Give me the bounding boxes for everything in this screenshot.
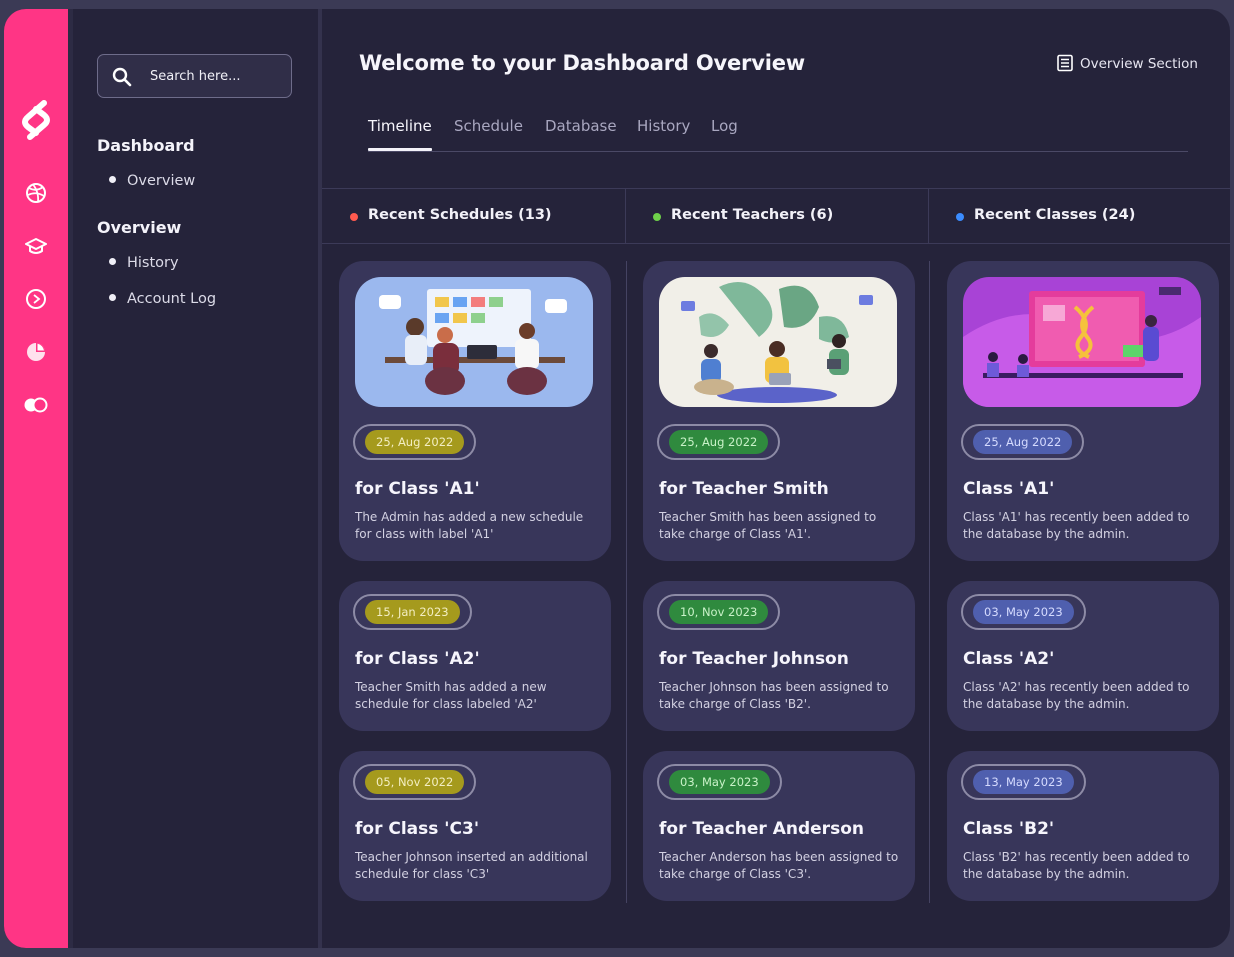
overview-section-label: Overview Section (1079, 56, 1198, 72)
sidebar: Search here... Dashboard Overview Overvi… (73, 9, 318, 948)
card-description: Teacher Smith has been assigned to take … (659, 510, 877, 541)
green-dot-icon (653, 213, 661, 221)
schedule-card[interactable]: 25, Aug 2022 for Class 'A1' The Admin ha… (339, 261, 611, 561)
sidebar-item-account-log[interactable]: Account Log (109, 291, 216, 307)
bullet-icon (109, 294, 116, 301)
blue-dot-icon (956, 213, 964, 221)
document-list-icon (1057, 54, 1073, 72)
tab-schedule[interactable]: Schedule (454, 117, 523, 135)
team-meeting-illustration (355, 277, 593, 407)
date-badge: 03, May 2023 (961, 594, 1086, 630)
main-content: Welcome to your Dashboard Overview Overv… (322, 9, 1230, 948)
column-headers: Recent Schedules (13) Recent Teachers (6… (322, 188, 1230, 244)
column-header-schedules[interactable]: Recent Schedules (13) (322, 189, 625, 243)
schedule-card[interactable]: 05, Nov 2022 for Class 'C3' Teacher John… (339, 751, 611, 901)
card-description: Teacher Anderson has been assigned to ta… (659, 850, 899, 881)
bullet-icon (109, 176, 116, 183)
date-badge: 25, Aug 2022 (961, 424, 1085, 460)
sidebar-item-label: Account Log (127, 291, 217, 307)
tab-history[interactable]: History (637, 117, 690, 135)
teacher-card[interactable]: 10, Nov 2023 for Teacher Johnson Teacher… (643, 581, 915, 731)
column-heading-label: Recent Teachers (6) (671, 207, 834, 223)
date-badge: 13, May 2023 (961, 764, 1086, 800)
teacher-card[interactable]: 25, Aug 2022 for Teacher Smith Teacher S… (643, 261, 915, 561)
search-icon (112, 67, 132, 87)
date-badge: 25, Aug 2022 (657, 424, 781, 460)
card-title: for Class 'A2' (355, 649, 480, 669)
date-badge: 05, Nov 2022 (353, 764, 477, 800)
card-title: for Teacher Anderson (659, 819, 864, 839)
class-card[interactable]: 03, May 2023 Class 'A2' Class 'A2' has r… (947, 581, 1219, 731)
card-description: Class 'A1' has recently been added to th… (963, 510, 1190, 541)
column-heading-label: Recent Classes (24) (974, 207, 1136, 223)
search-placeholder: Search here... (150, 69, 241, 84)
card-description: The Admin has added a new schedule for c… (355, 510, 584, 541)
card-title: for Class 'C3' (355, 819, 480, 839)
tab-timeline[interactable]: Timeline (368, 117, 432, 151)
sidebar-item-label: Overview (127, 173, 196, 189)
app-logo-icon[interactable] (16, 97, 56, 143)
card-description: Teacher Smith has added a new schedule f… (355, 680, 547, 711)
search-input[interactable]: Search here... (97, 54, 292, 98)
date-badge: 10, Nov 2023 (657, 594, 781, 630)
card-title: for Class 'A1' (355, 479, 480, 499)
overview-section-button[interactable]: Overview Section (1056, 54, 1198, 72)
sidebar-heading-dashboard: Dashboard (97, 136, 195, 155)
column-divider (626, 261, 627, 903)
compass-icon[interactable] (25, 288, 47, 310)
date-badge: 25, Aug 2022 (353, 424, 477, 460)
column-divider (929, 261, 930, 903)
tab-bar: Timeline Schedule Database History Log (368, 117, 1188, 152)
date-badge: 15, Jan 2023 (353, 594, 472, 630)
toggle-icon[interactable] (23, 394, 49, 416)
card-description: Class 'B2' has recently been added to th… (963, 850, 1190, 881)
card-description: Teacher Johnson has been assigned to tak… (659, 680, 889, 711)
red-dot-icon (350, 213, 358, 221)
dribbble-icon[interactable] (25, 182, 47, 204)
tab-log[interactable]: Log (711, 117, 738, 135)
icon-rail (4, 9, 68, 948)
card-title: Class 'B2' (963, 819, 1055, 839)
pie-chart-icon[interactable] (25, 341, 47, 363)
card-description: Class 'A2' has recently been added to th… (963, 680, 1190, 711)
card-description: Teacher Johnson inserted an additional s… (355, 850, 588, 881)
sidebar-item-overview[interactable]: Overview (109, 173, 195, 189)
card-title: for Teacher Johnson (659, 649, 849, 669)
dashboard-app: Search here... Dashboard Overview Overvi… (4, 9, 1230, 948)
bullet-icon (109, 258, 116, 265)
column-header-classes[interactable]: Recent Classes (24) (928, 189, 1230, 243)
schedule-card[interactable]: 15, Jan 2023 for Class 'A2' Teacher Smit… (339, 581, 611, 731)
class-card[interactable]: 13, May 2023 Class 'B2' Class 'B2' has r… (947, 751, 1219, 901)
teacher-card[interactable]: 03, May 2023 for Teacher Anderson Teache… (643, 751, 915, 901)
card-title: for Teacher Smith (659, 479, 829, 499)
sidebar-item-label: History (127, 255, 179, 271)
sidebar-heading-overview: Overview (97, 218, 182, 237)
card-title: Class 'A2' (963, 649, 1055, 669)
page-title: Welcome to your Dashboard Overview (359, 51, 805, 75)
card-title: Class 'A1' (963, 479, 1055, 499)
remote-work-illustration (659, 277, 897, 407)
date-badge: 03, May 2023 (657, 764, 782, 800)
sidebar-item-history[interactable]: History (109, 255, 179, 271)
column-heading-label: Recent Schedules (13) (368, 207, 552, 223)
class-card[interactable]: 25, Aug 2022 Class 'A1' Class 'A1' has r… (947, 261, 1219, 561)
graduation-cap-icon[interactable] (25, 235, 47, 257)
classroom-presentation-illustration (963, 277, 1201, 407)
column-header-teachers[interactable]: Recent Teachers (6) (625, 189, 929, 243)
tab-database[interactable]: Database (545, 117, 617, 135)
